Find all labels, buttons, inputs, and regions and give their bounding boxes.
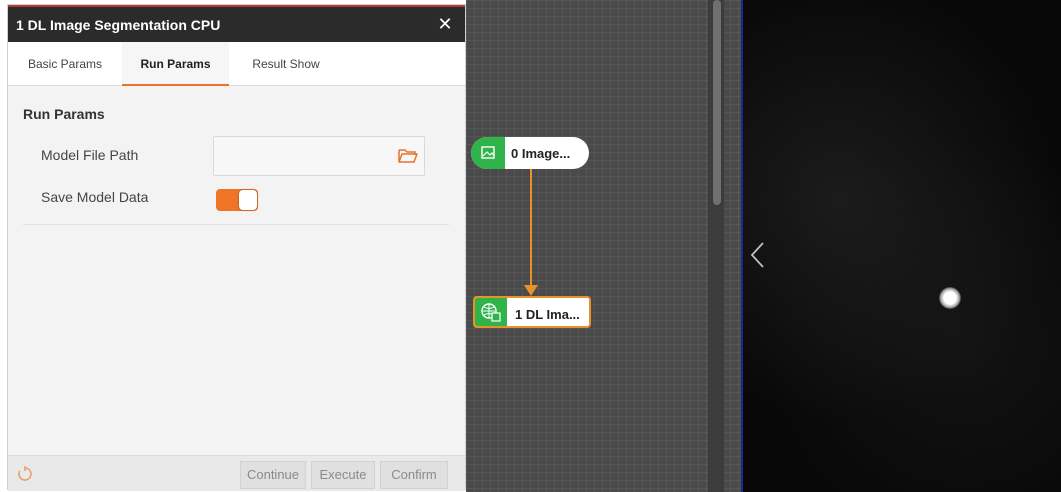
flow-canvas[interactable]: 0 Image... 1 DL Ima...: [466, 0, 741, 492]
section-title: Run Params: [23, 106, 105, 122]
image-bright-spot: [939, 287, 961, 309]
dialog-titlebar: 1 DL Image Segmentation CPU ✕: [8, 5, 465, 42]
folder-open-icon[interactable]: [397, 146, 419, 166]
node-connector: [524, 169, 538, 296]
node-icon-bg: [475, 298, 507, 326]
module-dialog: 1 DL Image Segmentation CPU ✕ Basic Para…: [7, 4, 466, 491]
dialog-footer: Continue Execute Confirm: [8, 455, 465, 491]
dialog-title: 1 DL Image Segmentation CPU: [16, 17, 221, 33]
continue-button[interactable]: Continue: [240, 461, 306, 489]
canvas-scrollbar-thumb[interactable]: [713, 0, 721, 205]
tab-basic-params[interactable]: Basic Params: [8, 42, 122, 86]
close-button[interactable]: ✕: [435, 14, 455, 34]
tab-bar: Basic Params Run Params Result Show: [8, 42, 465, 86]
model-file-path-label: Model File Path: [41, 147, 139, 163]
model-file-path-input[interactable]: [213, 136, 425, 176]
node-label: 1 DL Ima...: [515, 307, 580, 322]
node-icon-bg: [471, 137, 505, 169]
confirm-button[interactable]: Confirm: [380, 461, 448, 489]
run-params-panel: Run Params Model File Path Save Model Da…: [8, 87, 465, 455]
dl-segmentation-icon: [481, 303, 501, 322]
image-viewer[interactable]: [741, 0, 1061, 492]
save-model-data-label: Save Model Data: [41, 189, 149, 205]
tab-result-show[interactable]: Result Show: [229, 42, 343, 86]
save-model-data-toggle[interactable]: [216, 189, 258, 211]
tab-run-params[interactable]: Run Params: [122, 42, 229, 86]
flow-node-image[interactable]: 0 Image...: [471, 137, 589, 169]
divider: [23, 224, 449, 225]
node-label: 0 Image...: [511, 146, 571, 161]
chevron-left-icon[interactable]: [747, 240, 769, 270]
execute-button[interactable]: Execute: [311, 461, 375, 489]
reset-icon[interactable]: [16, 465, 34, 483]
flow-node-dl-segmentation[interactable]: 1 DL Ima...: [473, 296, 591, 328]
toggle-knob: [239, 190, 257, 210]
image-icon: [481, 146, 495, 159]
